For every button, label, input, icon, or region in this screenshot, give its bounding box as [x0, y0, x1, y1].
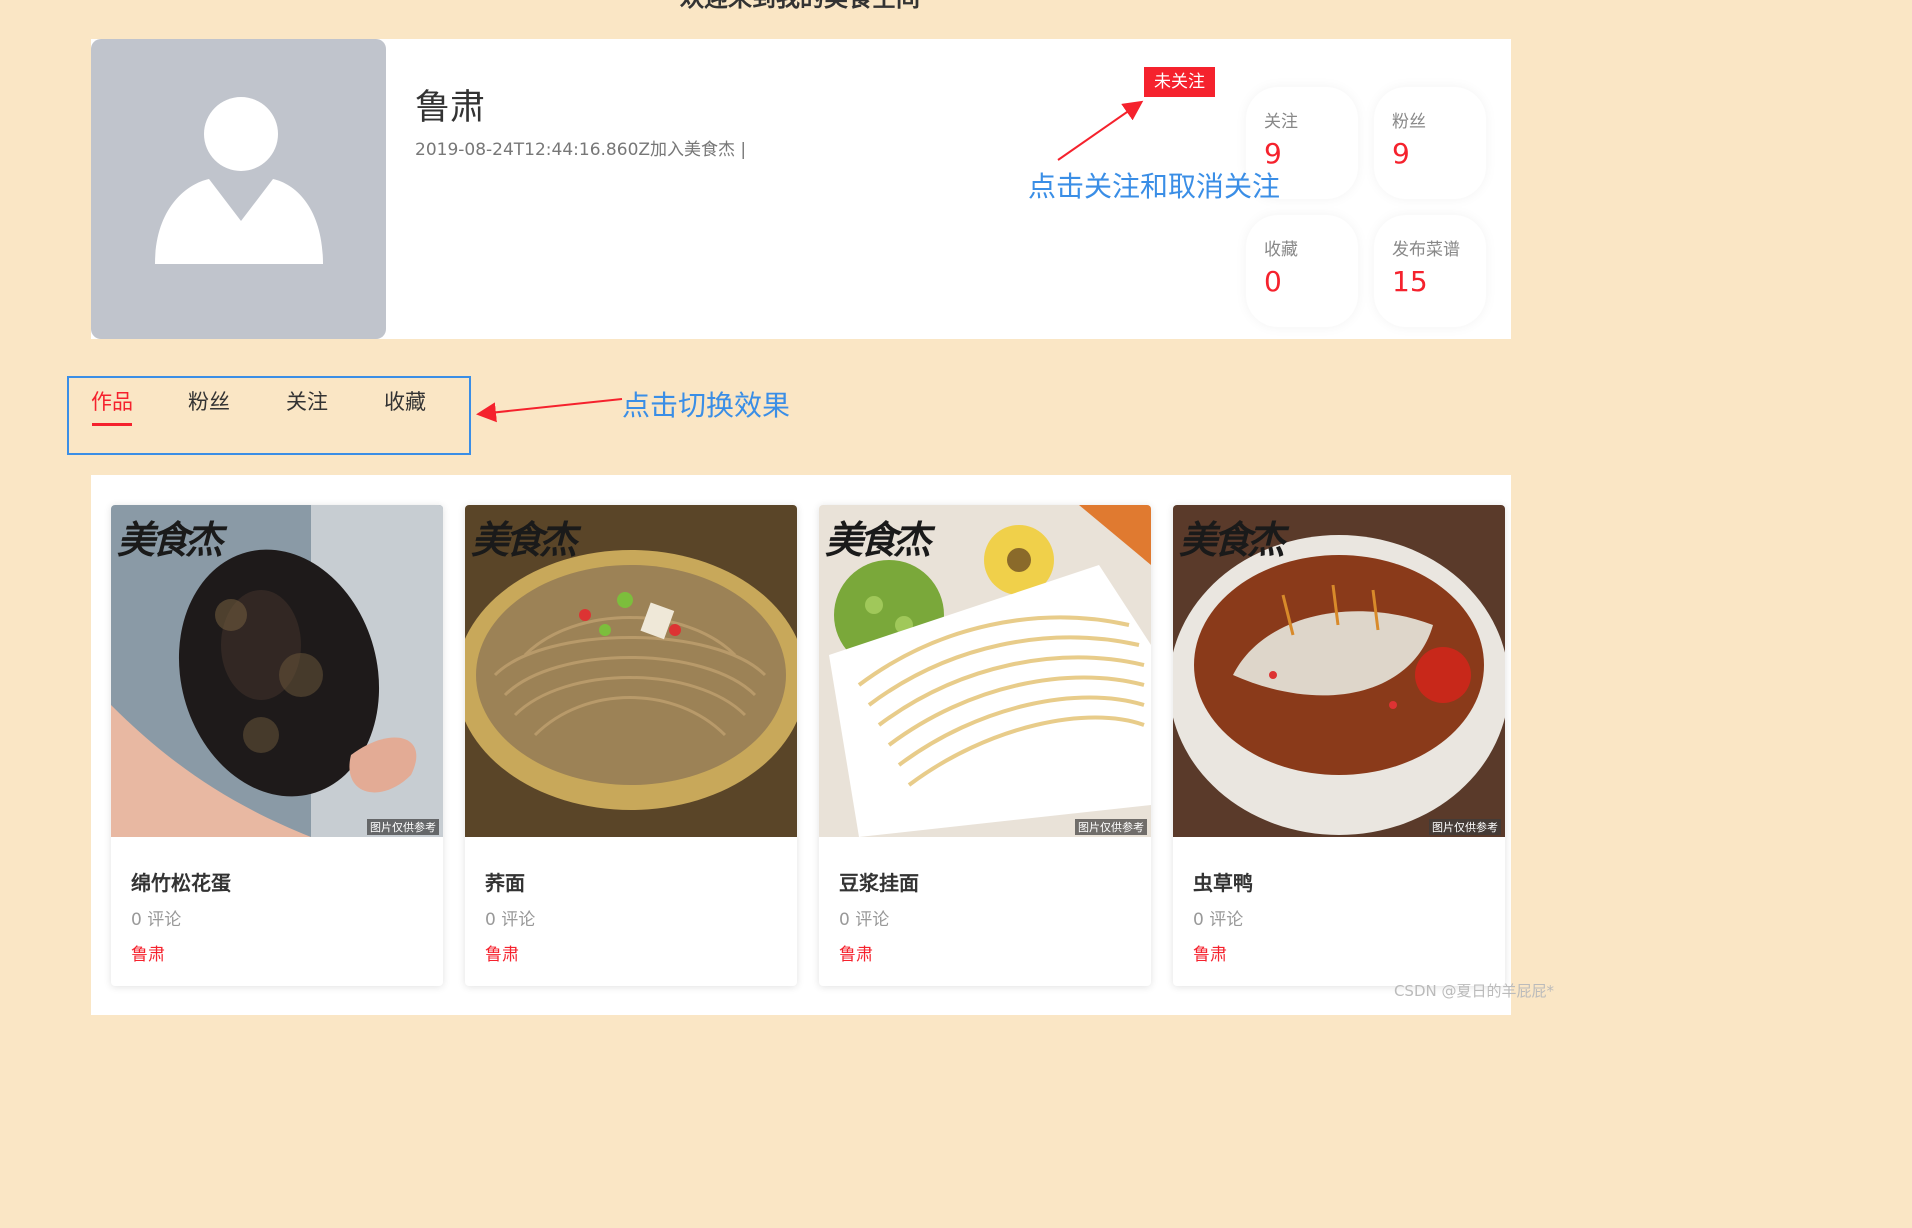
works-panel: 美食杰 图片仅供参考 绵竹松花蛋 0 评论 鲁肃 美食杰 荞面 0 评论 鲁肃 … [91, 475, 1511, 1015]
image-reference-note: 图片仅供参考 [1075, 819, 1147, 835]
recipe-card[interactable]: 美食杰 荞面 0 评论 鲁肃 [465, 505, 797, 986]
recipe-card[interactable]: 美食杰 图片仅供参考 虫草鸭 0 评论 鲁肃 [1173, 505, 1505, 986]
recipe-comments: 0 评论 [839, 910, 890, 930]
recipe-title[interactable]: 虫草鸭 [1193, 867, 1253, 896]
recipe-author[interactable]: 鲁肃 [1193, 940, 1227, 965]
active-tab-indicator [92, 423, 132, 426]
follow-annotation: 点击关注和取消关注 [1028, 170, 1281, 203]
recipe-image-preserved-egg[interactable]: 美食杰 图片仅供参考 [111, 505, 443, 837]
image-watermark: 美食杰 [471, 517, 577, 562]
image-reference-note: 图片仅供参考 [367, 819, 439, 835]
recipe-comments: 0 评论 [1193, 910, 1244, 930]
tab-works[interactable]: 作品 [91, 386, 133, 416]
recipe-author[interactable]: 鲁肃 [131, 940, 165, 965]
recipe-title[interactable]: 绵竹松花蛋 [131, 867, 231, 896]
footer-credit: CSDN @夏日的羊屁屁* [1393, 982, 1554, 1000]
recipe-author[interactable]: 鲁肃 [839, 940, 873, 965]
tab-fans[interactable]: 粉丝 [188, 386, 230, 416]
tab-collections[interactable]: 收藏 [384, 386, 426, 416]
recipe-image-soy-milk-noodles[interactable]: 美食杰 图片仅供参考 [819, 505, 1151, 837]
image-watermark: 美食杰 [1179, 517, 1285, 562]
tab-bar: 作品 粉丝 关注 收藏 [67, 376, 471, 455]
image-watermark: 美食杰 [117, 517, 223, 562]
recipe-comments: 0 评论 [131, 910, 182, 930]
recipe-image-buckwheat-noodles[interactable]: 美食杰 [465, 505, 797, 837]
recipe-comments: 0 评论 [485, 910, 536, 930]
tab-following[interactable]: 关注 [286, 386, 328, 416]
recipe-card[interactable]: 美食杰 图片仅供参考 绵竹松花蛋 0 评论 鲁肃 [111, 505, 443, 986]
recipe-title[interactable]: 荞面 [485, 867, 525, 896]
image-reference-note: 图片仅供参考 [1429, 819, 1501, 835]
tab-annotation: 点击切换效果 [622, 389, 791, 422]
recipe-title[interactable]: 豆浆挂面 [839, 867, 919, 896]
recipe-author[interactable]: 鲁肃 [485, 940, 519, 965]
tab-arrow [476, 398, 623, 423]
follow-arrow [1057, 100, 1144, 161]
image-watermark: 美食杰 [825, 517, 931, 562]
recipe-image-cordyceps-duck[interactable]: 美食杰 图片仅供参考 [1173, 505, 1505, 837]
recipe-card[interactable]: 美食杰 图片仅供参考 豆浆挂面 0 评论 鲁肃 [819, 505, 1151, 986]
